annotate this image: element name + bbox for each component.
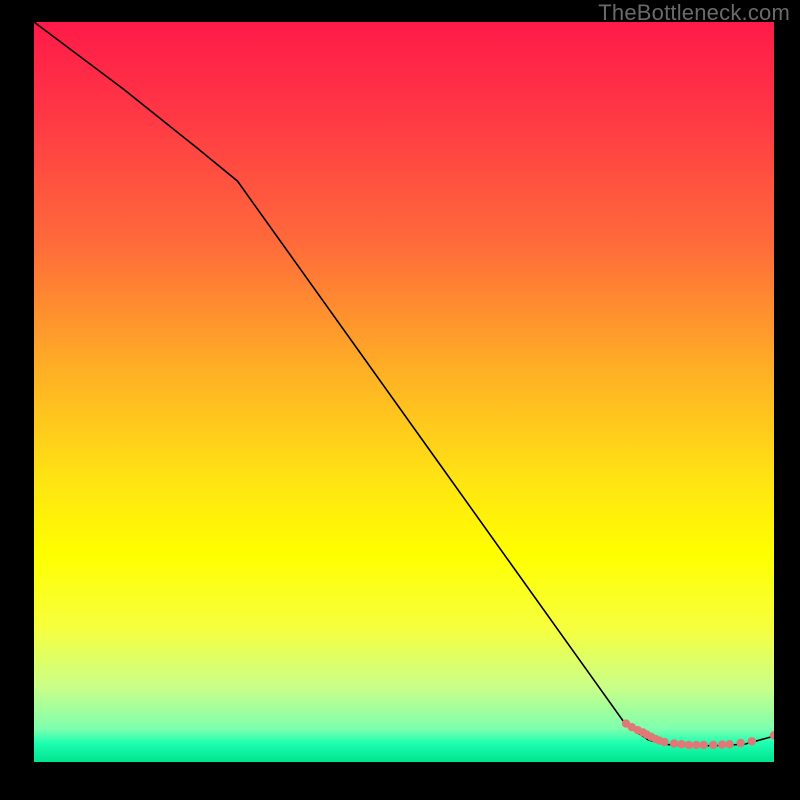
- scatter-point: [718, 740, 726, 748]
- chart-stage: TheBottleneck.com: [0, 0, 800, 800]
- scatter-point: [709, 741, 717, 749]
- scatter-point: [748, 737, 756, 745]
- scatter-point: [677, 740, 685, 748]
- scatter-point: [725, 740, 733, 748]
- gradient-background: [34, 22, 774, 762]
- scatter-point: [685, 741, 693, 749]
- scatter-point: [700, 741, 708, 749]
- scatter-point: [692, 741, 700, 749]
- chart-svg: [34, 22, 774, 762]
- scatter-point: [737, 739, 745, 747]
- scatter-point: [670, 739, 678, 747]
- plot-area: [34, 22, 774, 762]
- scatter-point: [660, 738, 668, 746]
